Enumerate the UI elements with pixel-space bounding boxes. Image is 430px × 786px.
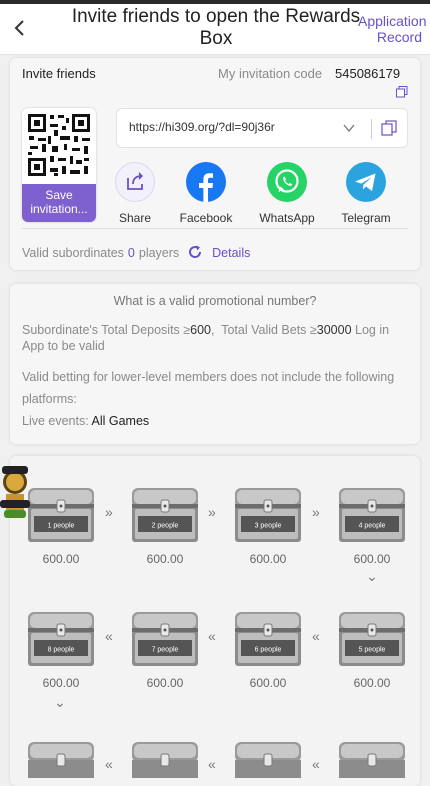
chest-people-label: 8 people [48,647,75,654]
rules-title: What is a valid promotional number? [113,294,317,308]
invitation-code-label: My invitation code [218,66,323,81]
arrow-left-icon: « [105,756,113,772]
whatsapp-label: WhatsApp [259,211,315,225]
back-arrow-icon[interactable] [10,18,30,38]
arrow-left-icon: « [312,628,320,644]
rules-card: What is a valid promotional number? Subo… [10,284,420,444]
share-label: Share [118,211,152,225]
reward-chest-1[interactable]: 1 people 600.00 [24,484,98,566]
refresh-icon[interactable] [187,244,203,260]
reward-chest-2[interactable]: 2 people 600.00 [128,484,202,566]
chest-people-label: 2 people [152,523,179,530]
arrow-down-icon: ⌄ [54,694,66,710]
chest-amount: 600.00 [146,676,184,690]
facebook-label: Facebook [179,211,233,225]
live-casino-badge-icon[interactable] [0,460,30,524]
invite-link-box: https://hi309.org/?dl=90j36r [116,108,408,148]
page-title: Invite friends to open the Rewards Box [71,6,361,49]
chest-amount: 600.00 [42,552,80,566]
valid-subordinates-count: 0 [127,246,135,260]
bets-label: Total Valid Bets ≥ [221,323,317,337]
live-events-label: Live events: [22,414,89,428]
chest-people-label: 7 people [152,647,179,654]
invite-friends-label: Invite friends [22,66,96,81]
telegram-label: Telegram [341,211,391,225]
chest-amount: 600.00 [42,676,80,690]
chest-amount: 600.00 [146,552,184,566]
chest-people-label: 3 people [255,523,282,530]
qr-code-card: Save invitation... [22,108,96,222]
arrow-down-icon: ⌄ [366,568,378,584]
chest-people-label: 6 people [255,647,282,654]
live-events-value: All Games [91,414,150,428]
valid-subordinates-row: Valid subordinates 0 players Details [22,244,250,260]
bets-value: 30000 [316,323,352,337]
arrow-right-icon: » [312,504,320,520]
reward-chest-partial[interactable] [335,738,409,778]
invite-card: Invite friends My invitation code 545086… [10,58,420,270]
chest-amount: 600.00 [249,552,287,566]
live-events-row: Live events: All Games [22,414,149,428]
valid-subordinates-label: Valid subordinates [22,246,124,260]
deposits-value: 600 [190,323,211,337]
divider [371,119,372,139]
reward-chest-7[interactable]: 7 people 600.00 [128,608,202,690]
reward-chest-partial[interactable] [231,738,305,778]
invite-link[interactable]: https://hi309.org/?dl=90j36r [129,120,275,134]
reward-chest-4[interactable]: 4 people 600.00 [335,484,409,566]
players-unit: players [138,246,180,260]
arrow-right-icon: » [208,504,216,520]
chest-amount: 600.00 [353,552,391,566]
reward-chest-3[interactable]: 3 people 600.00 [231,484,305,566]
whatsapp-icon [267,162,307,202]
chest-amount: 600.00 [249,676,287,690]
reward-chest-6[interactable]: 6 people 600.00 [231,608,305,690]
header: Invite friends to open the Rewards Box A… [0,4,430,55]
reward-chest-5[interactable]: 5 people 600.00 [335,608,409,690]
arrow-left-icon: « [312,756,320,772]
telegram-share-button[interactable]: Telegram [330,162,402,225]
chest-people-label: 5 people [359,647,386,654]
facebook-icon [186,162,226,202]
arrow-right-icon: » [105,504,113,520]
arrow-left-icon: « [105,628,113,644]
copy-link-icon[interactable] [381,120,397,136]
chest-people-label: 4 people [359,523,386,530]
exclusion-text: Valid betting for lower-level members do… [22,370,395,406]
chevron-down-icon[interactable] [343,122,355,134]
chest-people-label: 1 people [48,523,75,530]
facebook-share-button[interactable]: Facebook [170,162,242,225]
divider [22,228,408,229]
arrow-left-icon: « [208,628,216,644]
reward-chest-8[interactable]: 8 people 600.00 [24,608,98,690]
qr-code-image [26,112,92,178]
copy-code-icon[interactable] [396,86,408,98]
share-button[interactable]: Share [99,162,171,225]
reward-chest-partial[interactable] [128,738,202,778]
arrow-left-icon: « [208,756,216,772]
valid-criteria: Subordinate's Total Deposits ≥600, Total… [22,323,390,353]
reward-boxes-panel: 1 people 600.00 2 people 600.00 3 people… [10,456,420,786]
application-record-link[interactable]: Application Record [358,13,427,45]
save-invitation-button[interactable]: Save invitation... [22,184,96,222]
whatsapp-share-button[interactable]: WhatsApp [251,162,323,225]
telegram-icon [346,162,386,202]
share-arrow-icon [115,162,155,202]
details-link[interactable]: Details [212,246,250,260]
reward-chest-partial[interactable] [24,738,98,778]
deposits-label: Subordinate's Total Deposits ≥ [22,323,191,337]
chest-amount: 600.00 [353,676,391,690]
invitation-code: 545086179 [335,66,401,81]
